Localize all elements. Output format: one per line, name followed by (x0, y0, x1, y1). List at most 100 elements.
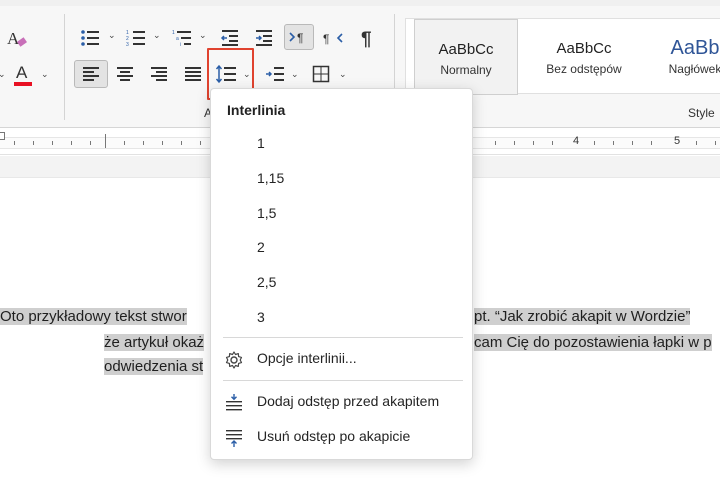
doc-line-2-left[interactable]: że artykuł okaż (104, 334, 205, 351)
space-after-icon (224, 428, 244, 448)
styles-group-label: Style (688, 106, 715, 120)
justify-button[interactable] (180, 62, 206, 86)
align-right-button[interactable] (146, 62, 172, 86)
menu-separator (223, 337, 463, 338)
svg-text:A: A (7, 29, 20, 48)
align-left-button[interactable] (74, 60, 108, 88)
numbering-caret[interactable]: ⌄ (153, 30, 161, 41)
spacing-option-label: 1 (257, 135, 265, 151)
style-sample: AaBb (670, 37, 720, 59)
add-space-before-item[interactable]: Dodaj odstęp przed akapitem (211, 385, 474, 419)
align-right-icon (151, 67, 167, 81)
menu-separator (223, 380, 463, 381)
ribbon-separator (64, 14, 65, 120)
font-effects-caret[interactable]: ⌄ (0, 69, 6, 80)
ruler-tick (651, 141, 652, 145)
line-spacing-options-item[interactable]: Opcje interlinii... (211, 342, 474, 376)
font-color-caret[interactable]: ⌄ (41, 69, 49, 80)
decrease-indent-button[interactable] (218, 26, 242, 50)
indent-caret[interactable]: ⌄ (291, 69, 299, 80)
bullets-button[interactable] (78, 26, 102, 50)
svg-text:a: a (176, 36, 179, 42)
style-sample: AaBbCc (556, 40, 612, 57)
style-normal[interactable]: AaBbCc Normalny (414, 19, 518, 95)
spacing-option-3[interactable]: 3 (211, 301, 474, 335)
ruler-tick (632, 141, 633, 145)
numbering-button[interactable]: 1 2 3 (124, 26, 148, 50)
ruler-tick (696, 141, 697, 145)
font-color-button[interactable]: A (10, 60, 36, 88)
spacing-option-1[interactable]: 1 (211, 127, 474, 161)
borders-caret[interactable]: ⌄ (339, 69, 347, 80)
ruler-tick (143, 141, 144, 145)
style-name: Nagłówek (668, 62, 720, 76)
font-text-effects-icon: A (7, 29, 27, 48)
spacing-option-2[interactable]: 2 (211, 231, 474, 265)
bullets-icon (81, 30, 99, 46)
ruler-tick (181, 141, 182, 145)
borders-button[interactable] (308, 62, 334, 86)
multilevel-list-icon: 1 a i (172, 30, 191, 47)
multilevel-list-button[interactable]: 1 a i (170, 26, 194, 50)
svg-text:1: 1 (172, 30, 175, 36)
style-heading[interactable]: AaBb Nagłówek (650, 19, 720, 95)
spacing-option-label: 3 (257, 309, 265, 325)
show-formatting-marks-button[interactable]: ¶ (355, 26, 381, 50)
show-formatting-marks-icon: ¶ (361, 29, 372, 48)
doc-line-1-left[interactable]: Oto przykładowy tekst stwor (0, 308, 187, 325)
ruler-tick (162, 141, 163, 145)
style-no-spacing[interactable]: AaBbCc Bez odstępów (526, 19, 642, 95)
ruler-number: 4 (573, 135, 580, 147)
space-before-icon (224, 393, 244, 413)
ruler-tick (14, 141, 15, 145)
ruler-tick (533, 141, 534, 145)
multilevel-caret[interactable]: ⌄ (199, 30, 207, 41)
ruler-tick (715, 141, 716, 145)
svg-text:¶: ¶ (361, 29, 372, 48)
ruler-tick (124, 141, 125, 145)
spacing-option-label: 2 (257, 239, 265, 255)
ruler-indent-marker[interactable] (0, 132, 5, 140)
font-text-effects-button[interactable]: A (4, 26, 30, 50)
svg-text:3: 3 (126, 42, 129, 47)
ruler-tick (90, 141, 91, 145)
spacing-option-1-5[interactable]: 1,5 (211, 197, 474, 231)
ruler-tick (200, 141, 201, 145)
menu-item-label: Usuń odstęp po akapicie (257, 428, 411, 444)
style-name: Bez odstępów (546, 62, 622, 76)
indent-button[interactable] (262, 62, 288, 86)
ruler-tick (552, 141, 553, 145)
style-name: Normalny (440, 63, 492, 77)
borders-icon (312, 65, 330, 83)
ltr-button[interactable]: ¶ (284, 24, 314, 50)
svg-text:A: A (16, 63, 28, 82)
spacing-option-1-15[interactable]: 1,15 (211, 162, 474, 196)
ruler-tick (52, 141, 53, 145)
line-spacing-menu: Interlinia 1 1,15 1,5 2 2,5 3 Opcje inte… (210, 88, 473, 460)
align-center-icon (117, 67, 133, 81)
align-left-icon (83, 67, 99, 81)
remove-space-after-item[interactable]: Usuń odstęp po akapicie (211, 420, 474, 454)
svg-text:i: i (180, 42, 181, 47)
doc-line-2-right[interactable]: cam Cię do pozostawienia łapki w p (474, 334, 712, 351)
ruler-tick (33, 141, 34, 145)
gear-icon (224, 350, 244, 370)
ruler-tick (594, 141, 595, 145)
svg-text:¶: ¶ (297, 31, 303, 45)
bullets-caret[interactable]: ⌄ (108, 30, 116, 41)
spacing-option-2-5[interactable]: 2,5 (211, 266, 474, 300)
rtl-button[interactable]: ¶ (320, 26, 346, 50)
indent-icon (266, 67, 284, 81)
doc-line-1-right[interactable]: pt. “Jak zrobić akapit w Wordzie” (474, 308, 691, 325)
spacing-option-label: 1,15 (257, 170, 285, 186)
menu-header: Interlinia (227, 102, 286, 118)
increase-indent-button[interactable] (252, 26, 276, 50)
menu-item-label: Dodaj odstęp przed akapitem (257, 393, 440, 409)
align-center-button[interactable] (112, 62, 138, 86)
decrease-indent-icon (220, 30, 238, 46)
styles-gallery: AaBbCc Normalny AaBbCc Bez odstępów AaBb… (405, 18, 720, 95)
ribbon-top-strip (0, 0, 720, 6)
ruler-tick (105, 134, 106, 148)
doc-line-3-left[interactable]: odwiedzenia st (104, 358, 204, 375)
menu-item-label: Opcje interlinii... (257, 350, 357, 366)
